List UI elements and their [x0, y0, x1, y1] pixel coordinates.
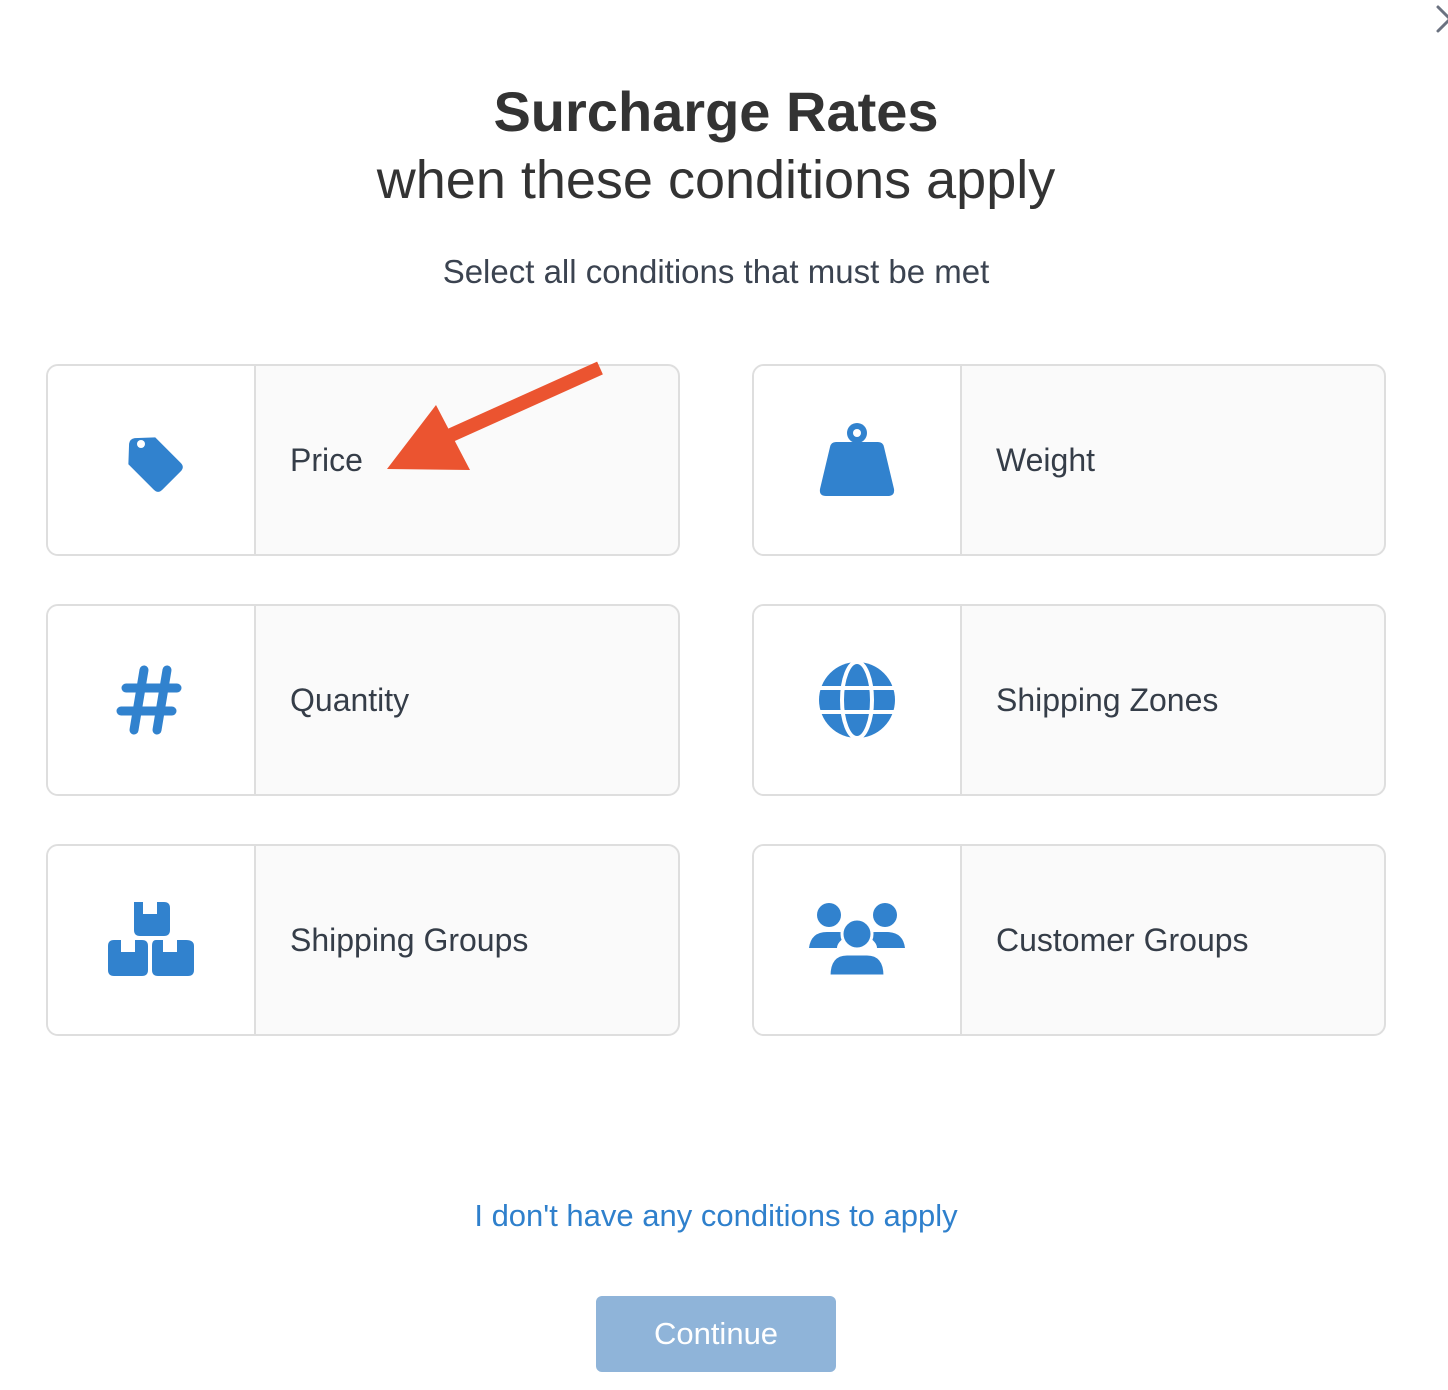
condition-label: Quantity	[290, 681, 410, 718]
condition-card-customer-groups[interactable]: Customer Groups	[752, 844, 1386, 1036]
condition-card-shipping-zones[interactable]: Shipping Zones	[752, 604, 1386, 796]
dialog-title: Surcharge Rates	[493, 80, 939, 143]
condition-label: Shipping Groups	[290, 921, 529, 958]
instruction-text: Select all conditions that must be met	[442, 253, 990, 290]
no-conditions-link[interactable]: I don't have any conditions to apply	[0, 1194, 1432, 1238]
condition-card-quantity[interactable]: Quantity	[46, 604, 680, 796]
boxes-icon	[108, 902, 194, 976]
price-tag-icon	[128, 437, 183, 492]
close-icon	[1436, 5, 1448, 33]
condition-label: Weight	[996, 441, 1096, 478]
dialog-subtitle: when these conditions apply	[376, 150, 1056, 210]
weight-icon	[819, 423, 895, 496]
users-icon	[809, 903, 905, 978]
icon-cell	[48, 606, 256, 794]
continue-button[interactable]: Continue	[596, 1296, 836, 1372]
icon-cell	[48, 846, 256, 1034]
condition-card-shipping-groups[interactable]: Shipping Groups	[46, 844, 680, 1036]
condition-label: Customer Groups	[996, 921, 1249, 958]
close-button[interactable]	[1432, 4, 1448, 34]
condition-label: Price	[290, 441, 363, 478]
condition-card-weight[interactable]: Weight	[752, 364, 1386, 556]
icon-cell	[754, 846, 962, 1034]
globe-icon	[819, 660, 895, 740]
icon-cell	[754, 366, 962, 554]
icon-cell	[48, 366, 256, 554]
condition-card-price[interactable]: Price	[46, 364, 680, 556]
hashtag-icon	[116, 665, 182, 735]
icon-cell	[754, 606, 962, 794]
condition-label: Shipping Zones	[996, 681, 1219, 718]
